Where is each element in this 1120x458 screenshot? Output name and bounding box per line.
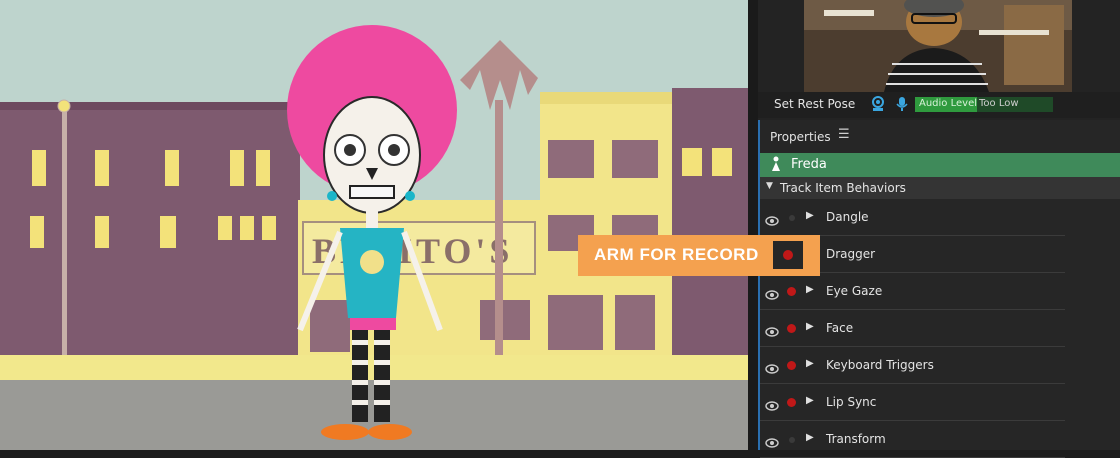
eye-icon[interactable] [765,433,779,452]
section-label: Track Item Behaviors [780,181,906,195]
track-item-behaviors-header[interactable]: ▼ Track Item Behaviors [760,177,1120,199]
scene-artwork: BENITO'S [0,0,748,450]
microphone-icon[interactable] [894,96,910,112]
expand-arrow-icon[interactable]: ▶ [806,210,814,221]
behavior-row-eye-gaze[interactable]: ▶ Eye Gaze [760,273,1065,310]
record-arm-toggle[interactable] [789,437,795,443]
behavior-row-keyboard-triggers[interactable]: ▶ Keyboard Triggers [760,347,1065,384]
behavior-label: Transform [826,432,886,446]
audio-level-label: Audio Level [919,98,977,109]
expand-arrow-icon[interactable]: ▶ [806,284,814,295]
record-dot-icon [783,250,793,260]
camera-controls-bar: Set Rest Pose Audio Level Too Low [758,92,1120,118]
record-arm-toggle[interactable] [787,324,796,333]
behavior-label: Dangle [826,210,869,224]
hamburger-menu-icon[interactable]: ☰ [838,127,850,142]
puppet-name: Freda [791,157,827,172]
properties-header: Properties ☰ [760,120,1120,153]
set-rest-pose-button[interactable]: Set Rest Pose [774,97,855,111]
webcam-preview [804,0,1072,92]
eye-icon[interactable] [765,285,779,304]
webcam-icon[interactable] [870,96,886,112]
record-arm-toggle[interactable] [787,398,796,407]
panel-title: Properties [770,130,831,144]
behavior-label: Keyboard Triggers [826,358,934,372]
behavior-label: Face [826,321,854,335]
audio-level-meter: Audio Level Too Low [915,97,1053,112]
arm-record-button[interactable] [773,241,803,269]
puppet-icon [770,156,782,176]
expand-arrow-icon[interactable]: ▶ [806,321,814,332]
eye-icon[interactable] [765,211,779,230]
properties-panel: Properties ☰ Freda ▼ Track Item Behavior… [758,120,1120,458]
panel-divider[interactable] [748,0,758,450]
eye-icon[interactable] [765,396,779,415]
expand-arrow-icon[interactable]: ▶ [806,395,814,406]
audio-status: Too Low [979,98,1019,109]
expand-arrow-icon[interactable]: ▶ [806,358,814,369]
eye-icon[interactable] [765,322,779,341]
arm-for-record-callout: ARM FOR RECORD [578,235,820,276]
behavior-label: Eye Gaze [826,284,883,298]
behavior-row-dangle[interactable]: ▶ Dangle [760,199,1065,236]
puppet-row[interactable]: Freda [760,153,1120,177]
behavior-label: Lip Sync [826,395,877,409]
behavior-row-transform[interactable]: ▶ Transform [760,421,1065,458]
record-arm-toggle[interactable] [789,215,795,221]
expand-arrow-icon[interactable]: ▶ [806,432,814,443]
record-arm-toggle[interactable] [787,287,796,296]
collapse-triangle-icon[interactable]: ▼ [766,181,773,191]
behavior-row-lip-sync[interactable]: ▶ Lip Sync [760,384,1065,421]
scene-canvas[interactable]: BENITO'S [0,0,748,450]
callout-text: ARM FOR RECORD [594,245,759,264]
behavior-label: Dragger [826,247,876,261]
behavior-row-face[interactable]: ▶ Face [760,310,1065,347]
eye-icon[interactable] [765,359,779,378]
record-arm-toggle[interactable] [787,361,796,370]
